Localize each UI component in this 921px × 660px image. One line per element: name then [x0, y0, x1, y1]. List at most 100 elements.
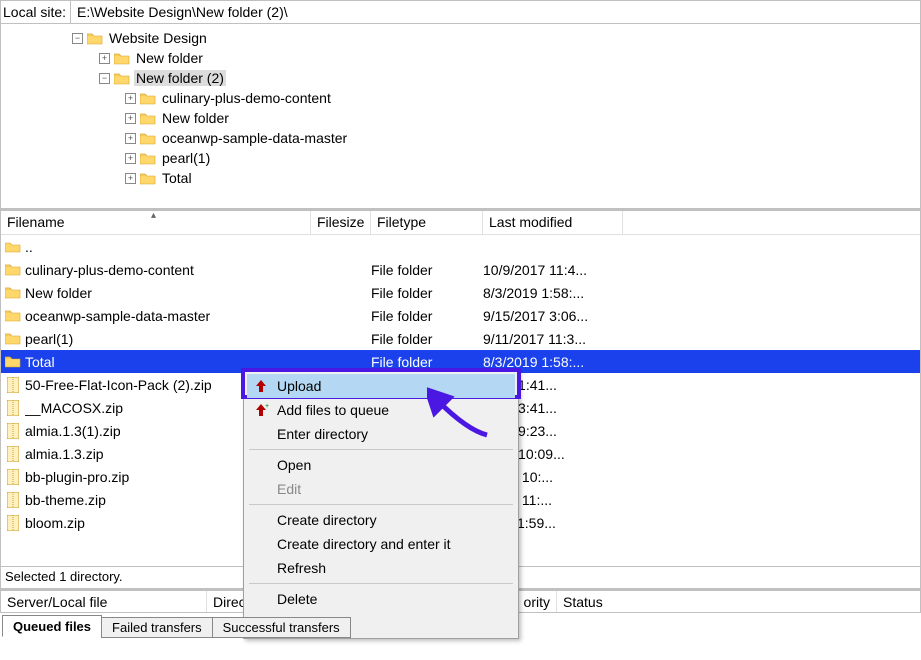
tab-failed-transfers[interactable]: Failed transfers — [101, 617, 213, 638]
zip-icon — [5, 469, 21, 485]
folder-icon — [140, 172, 156, 185]
folder-icon — [140, 152, 156, 165]
menu-item-enter-directory[interactable]: Enter directory — [247, 422, 515, 446]
menu-item-label: Delete — [277, 591, 317, 607]
expand-icon[interactable]: + — [99, 53, 110, 64]
menu-item-open[interactable]: Open — [247, 453, 515, 477]
tree-item[interactable]: − New folder (2) — [1, 68, 920, 88]
tree-item-label: New folder (2) — [134, 70, 226, 86]
file-type: File folder — [371, 331, 483, 347]
tq-col-server[interactable]: Server/Local file — [1, 591, 207, 612]
file-modified: 9/15/2017 3:06... — [483, 308, 623, 324]
local-site-label: Local site: — [1, 4, 70, 20]
folder-icon — [114, 72, 130, 85]
tree-item-label: New folder — [134, 50, 205, 66]
file-row[interactable]: New folder File folder8/3/2019 1:58:... — [1, 281, 920, 304]
local-site-path-input[interactable] — [70, 1, 920, 23]
file-name: pearl(1) — [25, 331, 311, 347]
file-modified: 8/3/2019 1:58:... — [483, 285, 623, 301]
tree-item[interactable]: + Total — [1, 168, 920, 188]
zip-icon — [5, 400, 21, 416]
tree-item[interactable]: + pearl(1) — [1, 148, 920, 168]
menu-item-label: Open — [277, 457, 311, 473]
sort-indicator-icon: ▴ — [151, 210, 156, 221]
tq-col-status[interactable]: Status — [557, 591, 637, 612]
tree-item-label: Total — [160, 170, 194, 186]
svg-text:+: + — [265, 403, 269, 410]
zip-icon — [5, 423, 21, 439]
file-name: New folder — [25, 285, 311, 301]
tree-item[interactable]: + New folder — [1, 108, 920, 128]
menu-separator — [249, 583, 513, 584]
menu-item-label: Enter directory — [277, 426, 368, 442]
tree-item-label: pearl(1) — [160, 150, 212, 166]
tree-item-label: New folder — [160, 110, 231, 126]
file-row[interactable]: oceanwp-sample-data-master File folder9/1… — [1, 304, 920, 327]
tree-item[interactable]: + culinary-plus-demo-content — [1, 88, 920, 108]
file-row[interactable]: .. — [1, 235, 920, 258]
tree-item[interactable]: +oceanwp-sample-data-master — [1, 128, 920, 148]
context-menu: Upload + Add files to queue Enter directory… — [243, 370, 519, 639]
file-name: Total — [25, 354, 311, 370]
file-list-pane: ▴ Filename Filesize Filetype Last modifi… — [0, 209, 921, 567]
menu-item-refresh[interactable]: Refresh — [247, 556, 515, 580]
add-to-queue-icon: + — [253, 402, 269, 418]
file-list-header[interactable]: Filename Filesize Filetype Last modified — [1, 211, 920, 235]
file-type: File folder — [371, 262, 483, 278]
expand-icon[interactable]: + — [125, 93, 136, 104]
folder-icon — [140, 132, 156, 145]
file-type: File folder — [371, 285, 483, 301]
column-filetype[interactable]: Filetype — [371, 211, 483, 234]
expand-icon[interactable]: + — [125, 173, 136, 184]
expand-icon[interactable]: + — [125, 133, 136, 144]
file-type: File folder — [371, 308, 483, 324]
menu-item-create-directory-and-enter-it[interactable]: Create directory and enter it — [247, 532, 515, 556]
menu-item-label: Create directory — [277, 512, 377, 528]
upload-icon — [253, 378, 269, 394]
zip-icon — [5, 446, 21, 462]
menu-item-upload[interactable]: Upload — [247, 374, 515, 398]
folder-icon — [140, 112, 156, 125]
menu-item-delete[interactable]: Delete — [247, 587, 515, 611]
collapse-icon[interactable]: − — [99, 73, 110, 84]
file-modified: 8/3/2019 1:58:... — [483, 354, 623, 370]
column-last-modified[interactable]: Last modified — [483, 211, 623, 234]
menu-item-edit: Edit — [247, 477, 515, 501]
file-modified: 9/11/2017 11:3... — [483, 331, 623, 347]
folder-icon — [140, 92, 156, 105]
tab-queued-files[interactable]: Queued files — [2, 615, 102, 637]
menu-separator — [249, 449, 513, 450]
file-modified: 10/9/2017 11:4... — [483, 262, 623, 278]
expand-icon[interactable]: + — [125, 153, 136, 164]
menu-item-create-directory[interactable]: Create directory — [247, 508, 515, 532]
file-name: .. — [25, 239, 311, 255]
tree-item[interactable]: − Website Design — [1, 28, 920, 48]
tree-item-label: Website Design — [107, 30, 209, 46]
folder-icon — [87, 32, 103, 45]
folder-icon — [5, 285, 21, 301]
menu-item-label: Add files to queue — [277, 402, 389, 418]
file-row[interactable]: culinary-plus-demo-contentFile folder10/… — [1, 258, 920, 281]
folder-icon — [5, 354, 21, 370]
tab-successful-transfers[interactable]: Successful transfers — [212, 617, 351, 638]
tree-item[interactable]: + New folder — [1, 48, 920, 68]
zip-icon — [5, 515, 21, 531]
expand-icon[interactable]: + — [125, 113, 136, 124]
menu-separator — [249, 504, 513, 505]
menu-item-label: Upload — [277, 378, 321, 394]
file-row[interactable]: pearl(1) File folder9/11/2017 11:3... — [1, 327, 920, 350]
menu-item-label: Create directory and enter it — [277, 536, 451, 552]
collapse-icon[interactable]: − — [72, 33, 83, 44]
folder-icon — [5, 308, 21, 324]
tree-item-label: culinary-plus-demo-content — [160, 90, 333, 106]
folder-icon — [114, 52, 130, 65]
menu-item-add-files-to-queue[interactable]: + Add files to queue — [247, 398, 515, 422]
menu-item-label: Edit — [277, 481, 301, 497]
column-filesize[interactable]: Filesize — [311, 211, 371, 234]
zip-icon — [5, 377, 21, 393]
folder-tree[interactable]: − Website Design + New folder − New folder (2… — [0, 24, 921, 209]
zip-icon — [5, 492, 21, 508]
menu-item-label: Refresh — [277, 560, 326, 576]
folder-icon — [5, 262, 21, 278]
file-name: oceanwp-sample-data-master — [25, 308, 311, 324]
